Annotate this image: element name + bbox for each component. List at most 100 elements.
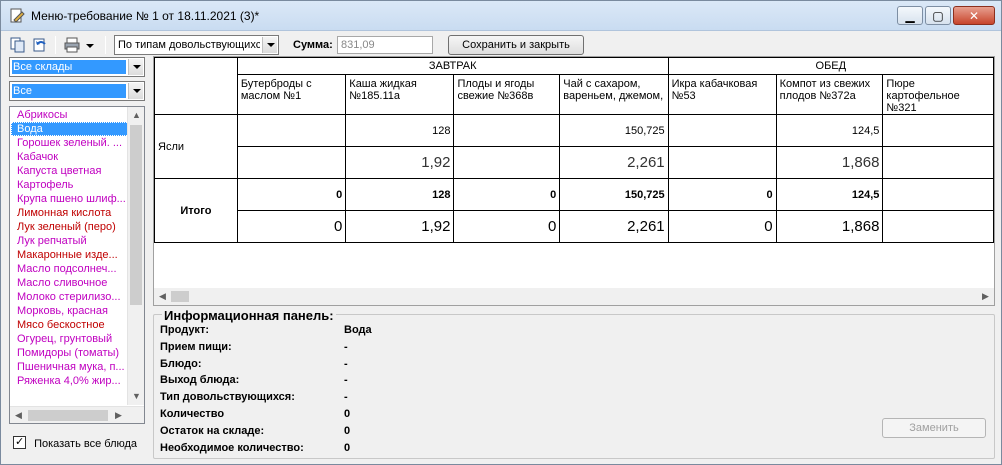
info-value: - — [344, 357, 348, 370]
product-item[interactable]: Кабачок — [11, 150, 129, 164]
chevron-down-icon — [262, 37, 277, 53]
dish-column-header[interactable]: Пюре картофельное №321 — [882, 74, 994, 115]
amount-cell[interactable]: 2,261 — [559, 210, 669, 243]
product-item[interactable]: Масло сливочное — [11, 276, 129, 290]
quantity-cell[interactable]: 0 — [453, 178, 561, 211]
product-item[interactable]: Масло подсолнеч... — [11, 262, 129, 276]
scroll-up-icon[interactable]: ▲ — [128, 107, 145, 124]
product-item[interactable]: Молоко стерилизо... — [11, 290, 129, 304]
amount-cell[interactable]: 0 — [236, 210, 347, 243]
product-list[interactable]: Абрикосы Вода Горошек зеленый. ... Кабачок К… — [9, 106, 145, 424]
info-label: Количество — [160, 408, 225, 420]
show-all-dishes-label: Показать все блюда — [34, 438, 138, 450]
dish-column-header[interactable]: Икра кабачковая №53 — [667, 74, 777, 115]
quantity-cell[interactable]: 124,5 — [775, 114, 884, 147]
amount-cell[interactable]: 0 — [453, 210, 561, 243]
dish-column-header[interactable]: Каша жидкая №185.11а — [345, 74, 455, 115]
scroll-right-icon[interactable]: ▶ — [977, 288, 994, 305]
print-dropdown-icon[interactable] — [85, 36, 95, 54]
maximize-icon: ▢ — [932, 9, 944, 23]
replace-button[interactable]: Заменить — [882, 418, 986, 438]
scroll-thumb[interactable] — [28, 410, 108, 421]
product-item[interactable]: Помидоры (томаты) — [11, 346, 129, 360]
quantity-cell[interactable] — [236, 114, 347, 147]
maximize-button[interactable]: ▢ — [925, 6, 951, 25]
title-bar: Меню-требование № 1 от 18.11.2021 (3)* ▁… — [1, 1, 1001, 31]
amount-cell[interactable] — [882, 210, 994, 243]
product-item[interactable]: Пшеничная мука, п... — [11, 360, 129, 374]
info-label: Продукт: — [160, 324, 209, 336]
dish-column-header[interactable]: Бутерброды с маслом №1 — [236, 74, 347, 115]
product-item[interactable]: Мясо бескостное — [11, 318, 129, 332]
amount-cell[interactable] — [453, 146, 561, 179]
amount-cell[interactable]: 0 — [667, 210, 777, 243]
amount-cell[interactable] — [882, 146, 994, 179]
product-item[interactable]: Вода — [11, 122, 129, 136]
consumer-type-select[interactable]: По типам довольствующихся — [114, 35, 279, 55]
dish-column-header[interactable]: Чай с сахаром, вареньем, джемом, — [559, 74, 669, 115]
product-item[interactable]: Абрикосы — [11, 108, 129, 122]
product-item[interactable]: Лук репчатый — [11, 234, 129, 248]
product-item[interactable]: Капуста цветная — [11, 164, 129, 178]
chevron-down-icon — [128, 59, 143, 75]
product-item[interactable]: Макаронные изде... — [11, 248, 129, 262]
quantity-cell[interactable]: 128 — [345, 114, 455, 147]
scroll-down-icon[interactable]: ▼ — [128, 388, 145, 405]
consumer-row-header: Ясли — [154, 114, 238, 179]
quantity-cell[interactable] — [882, 114, 994, 147]
info-label: Необходимое количество: — [160, 441, 304, 454]
quantity-cell[interactable] — [453, 114, 561, 147]
quantity-cell[interactable] — [882, 178, 994, 211]
info-value: Вода — [344, 324, 372, 336]
quantity-cell[interactable]: 0 — [236, 178, 347, 211]
amount-cell[interactable]: 1,92 — [345, 210, 455, 243]
show-all-dishes-checkbox[interactable] — [13, 435, 26, 449]
warehouse-select[interactable]: Все склады — [9, 57, 145, 77]
grid-corner — [154, 57, 238, 115]
product-list-vscroll[interactable]: ▲ ▼ — [127, 107, 144, 405]
close-button[interactable]: ✕ — [953, 6, 995, 25]
show-all-dishes-row[interactable]: Показать все блюда — [13, 435, 138, 450]
amount-cell[interactable]: 1,92 — [345, 146, 455, 179]
info-value: - — [344, 391, 348, 404]
amount-cell[interactable]: 1,868 — [775, 210, 884, 243]
product-item[interactable]: Лук зеленый (перо) — [11, 220, 129, 234]
scroll-right-icon[interactable]: ▶ — [110, 407, 127, 424]
quantity-cell[interactable]: 128 — [345, 178, 455, 211]
quantity-cell[interactable] — [667, 114, 777, 147]
product-item[interactable]: Морковь, красная — [11, 304, 129, 318]
quantity-cell[interactable]: 150,725 — [559, 178, 669, 211]
amount-cell[interactable]: 1,868 — [775, 146, 884, 179]
amount-cell[interactable] — [667, 146, 777, 179]
product-list-hscroll[interactable]: ◀ ▶ — [10, 406, 144, 423]
product-item[interactable]: Крупа пшено шлиф... — [11, 192, 129, 206]
document-edit-icon — [10, 8, 25, 23]
product-item[interactable]: Горошек зеленый. ... — [11, 136, 129, 150]
menu-requisition-window: Меню-требование № 1 от 18.11.2021 (3)* ▁… — [0, 0, 1002, 465]
filter-value: Все — [12, 84, 126, 98]
scroll-thumb[interactable] — [130, 125, 142, 305]
dish-column-header[interactable]: Компот из свежих плодов №372а — [775, 74, 884, 115]
grid-hscroll[interactable]: ◀ ▶ — [154, 288, 994, 305]
product-item[interactable]: Лимонная кислота — [11, 206, 129, 220]
quantity-cell[interactable]: 150,725 — [559, 114, 669, 147]
undo-icon[interactable] — [31, 36, 49, 54]
product-item[interactable]: Огурец, грунтовый — [11, 332, 129, 346]
quantity-cell[interactable]: 0 — [667, 178, 777, 211]
amount-cell[interactable] — [236, 146, 347, 179]
print-icon[interactable] — [63, 36, 81, 54]
copy-icon[interactable] — [9, 36, 27, 54]
quantity-cell[interactable]: 124,5 — [775, 178, 884, 211]
scroll-left-icon[interactable]: ◀ — [10, 407, 27, 424]
save-and-close-button[interactable]: Сохранить и закрыть — [448, 35, 584, 55]
info-value: 0 — [344, 441, 351, 454]
scroll-left-icon[interactable]: ◀ — [154, 288, 171, 305]
sum-field: 831,09 — [337, 36, 433, 54]
scroll-thumb[interactable] — [171, 291, 189, 302]
product-item[interactable]: Картофель — [11, 178, 129, 192]
filter-select[interactable]: Все — [9, 81, 145, 101]
dish-column-header[interactable]: Плоды и ягоды свежие №368в — [453, 74, 561, 115]
minimize-button[interactable]: ▁ — [897, 6, 923, 25]
amount-cell[interactable]: 2,261 — [559, 146, 669, 179]
product-item[interactable]: Ряженка 4,0% жир... — [11, 374, 129, 388]
